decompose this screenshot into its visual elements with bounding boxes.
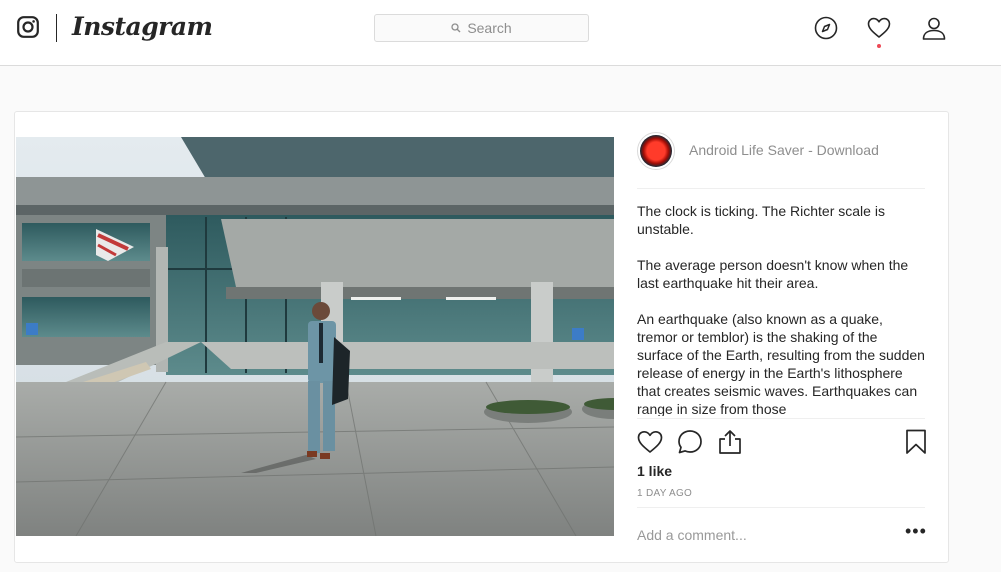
post-timestamp[interactable]: 1 DAY AGO xyxy=(637,488,692,499)
search-placeholder: Search xyxy=(467,20,512,36)
bookmark-icon[interactable] xyxy=(903,429,929,455)
post-sidebar: Android Life Saver - Download The clock … xyxy=(637,112,927,562)
comment-input[interactable] xyxy=(637,525,887,545)
avatar[interactable] xyxy=(637,132,675,170)
search-icon xyxy=(451,23,461,33)
post-caption: The clock is ticking. The Richter scale … xyxy=(637,202,925,416)
post-header: Android Life Saver - Download xyxy=(637,132,925,189)
top-nav: Instagram Search xyxy=(0,0,1001,66)
profile-icon[interactable] xyxy=(922,16,946,40)
post-image[interactable] xyxy=(16,137,614,536)
caption-paragraph: The clock is ticking. The Richter scale … xyxy=(637,203,885,237)
share-icon[interactable] xyxy=(717,429,743,455)
instagram-camera-icon[interactable] xyxy=(17,16,39,38)
notification-dot xyxy=(877,44,881,48)
avatar-image xyxy=(640,135,672,167)
like-heart-icon[interactable] xyxy=(637,429,663,455)
comment-bar: ••• xyxy=(637,507,926,563)
caption-paragraph: An earthquake (also known as a quake, tr… xyxy=(637,311,925,416)
caption-paragraph: The average person doesn't know when the… xyxy=(637,257,909,291)
compass-icon[interactable] xyxy=(814,16,838,40)
search-box[interactable]: Search xyxy=(374,14,589,42)
more-options-button[interactable]: ••• xyxy=(905,522,926,542)
heart-icon[interactable] xyxy=(867,16,891,40)
post-card: Android Life Saver - Download The clock … xyxy=(14,111,949,563)
comment-icon[interactable] xyxy=(677,429,703,455)
post-actions xyxy=(637,418,926,455)
instagram-wordmark[interactable]: Instagram xyxy=(72,12,213,41)
account-name[interactable]: Android Life Saver - Download xyxy=(689,142,879,158)
like-count[interactable]: 1 like xyxy=(637,463,672,479)
logo-divider xyxy=(56,14,57,42)
